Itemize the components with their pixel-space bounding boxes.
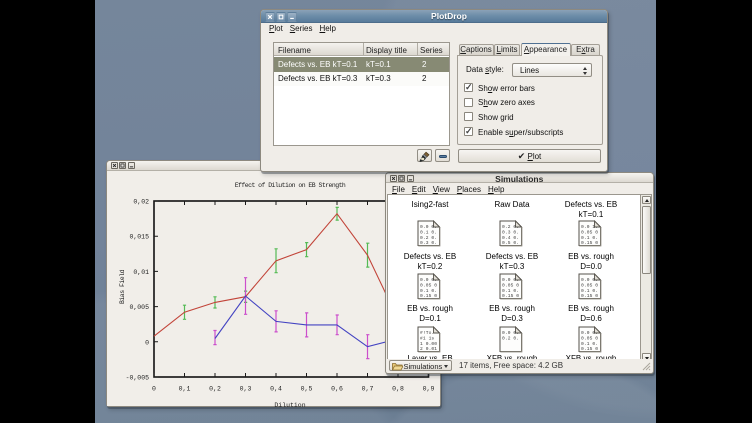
svg-text:0.05 0: 0.05 0 xyxy=(581,283,598,289)
svg-text:0,005: 0,005 xyxy=(129,304,149,311)
svg-text:0.0 0.: 0.0 0. xyxy=(581,277,598,283)
svg-text:0.0 0.: 0.0 0. xyxy=(581,330,598,336)
svg-text:0,015: 0,015 xyxy=(129,233,149,240)
svg-text:0,4: 0,4 xyxy=(270,385,282,392)
svg-text:#1 1s: #1 1s xyxy=(420,335,434,341)
svg-text:0.0 0.: 0.0 0. xyxy=(420,277,437,283)
svg-text:1 0.00: 1 0.00 xyxy=(420,341,437,347)
svg-text:0.15 0: 0.15 0 xyxy=(502,293,519,299)
svg-text:0,2: 0,2 xyxy=(209,385,221,392)
svg-text:0,6: 0,6 xyxy=(331,385,343,392)
svg-text:0.0 0.: 0.0 0. xyxy=(420,224,437,230)
svg-text:0.2 0.: 0.2 0. xyxy=(502,335,519,341)
svg-text:0.15 0: 0.15 0 xyxy=(420,293,437,299)
svg-text:0.05 0: 0.05 0 xyxy=(502,283,519,289)
svg-text:0,9: 0,9 xyxy=(423,385,435,392)
svg-text:0: 0 xyxy=(152,385,156,392)
svg-text:0.1 0.: 0.1 0. xyxy=(420,230,437,236)
svg-text:0.15 0: 0.15 0 xyxy=(581,293,598,299)
svg-text:0.05 0: 0.05 0 xyxy=(420,283,437,289)
svg-text:0.0 0.: 0.0 0. xyxy=(502,330,519,336)
svg-text:0: 0 xyxy=(145,339,149,346)
svg-text:0,3: 0,3 xyxy=(240,385,252,392)
svg-text:Dilution: Dilution xyxy=(274,402,305,407)
svg-text:0.3 0.: 0.3 0. xyxy=(420,240,437,246)
svg-text:0.15 0: 0.15 0 xyxy=(581,346,598,352)
svg-text:0,8: 0,8 xyxy=(392,385,404,392)
svg-text:0.15 0: 0.15 0 xyxy=(581,240,598,246)
svg-text:0,02: 0,02 xyxy=(133,198,149,205)
svg-text:0.4 0.: 0.4 0. xyxy=(502,235,519,241)
svg-text:Effect of Dilution on EB Stren: Effect of Dilution on EB Strength xyxy=(235,182,346,189)
svg-text:0,01: 0,01 xyxy=(133,268,149,275)
svg-text:0.3 0.: 0.3 0. xyxy=(502,230,519,236)
svg-text:0.5 0.: 0.5 0. xyxy=(502,240,519,246)
svg-text:0.1 0.: 0.1 0. xyxy=(581,235,598,241)
svg-text:0.0 0.: 0.0 0. xyxy=(502,277,519,283)
svg-text:0.1 0.: 0.1 0. xyxy=(581,288,598,294)
svg-text:0.05 0: 0.05 0 xyxy=(581,335,598,341)
svg-text:0.2 0.: 0.2 0. xyxy=(420,235,437,241)
svg-text:0.1 0.: 0.1 0. xyxy=(502,288,519,294)
svg-text:0.1 0.: 0.1 0. xyxy=(420,288,437,294)
svg-text:2 0.01: 2 0.01 xyxy=(420,346,437,352)
svg-text:0.1 0.: 0.1 0. xyxy=(581,341,598,347)
svg-text:0.0 1.: 0.0 1. xyxy=(581,224,598,230)
svg-text:0,5: 0,5 xyxy=(301,385,313,392)
svg-text:0,1: 0,1 xyxy=(179,385,191,392)
svg-text:0,7: 0,7 xyxy=(362,385,374,392)
svg-text:#!To.: #!To. xyxy=(420,330,434,336)
svg-text:0.05 0: 0.05 0 xyxy=(581,230,598,236)
svg-text:Bias Field: Bias Field xyxy=(119,269,126,304)
svg-text:-0,005: -0,005 xyxy=(126,374,150,381)
svg-text:0.2 0.: 0.2 0. xyxy=(502,224,519,230)
